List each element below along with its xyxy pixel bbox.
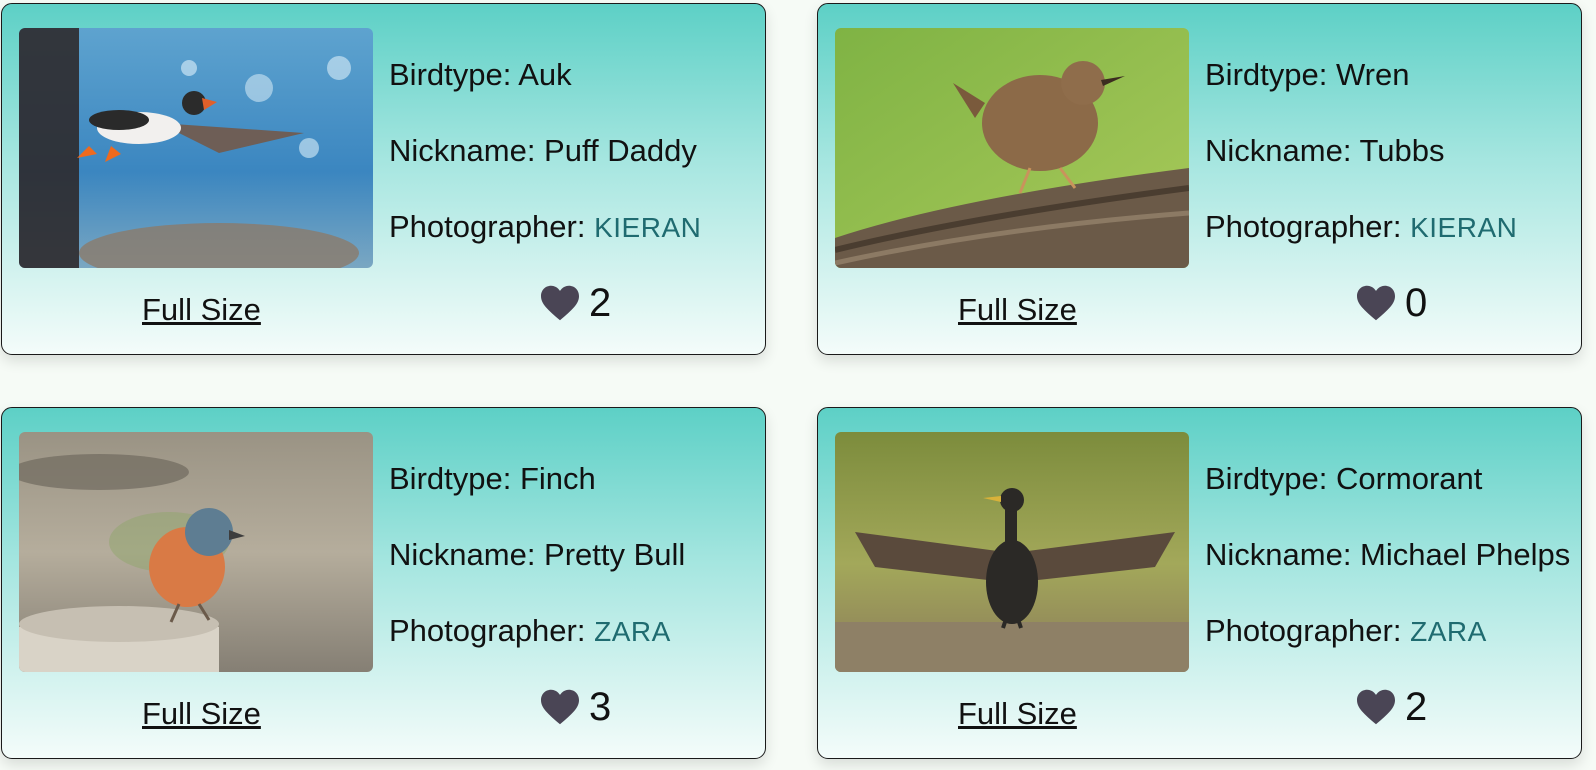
heart-icon[interactable]	[1355, 284, 1397, 322]
bird-card: Birdtype: Finch Nickname: Pretty Bull Ph…	[1, 407, 766, 759]
photographer-name[interactable]: ZARA	[1410, 616, 1487, 647]
nickname-value: Puff Daddy	[544, 133, 697, 168]
nickname-line: Nickname: Puff Daddy	[389, 135, 697, 166]
like-count: 2	[589, 281, 612, 325]
bird-card: Birdtype: Auk Nickname: Puff Daddy Photo…	[1, 3, 766, 355]
nickname-line: Nickname: Pretty Bull	[389, 539, 685, 570]
full-size-link[interactable]: Full Size	[958, 292, 1077, 328]
photographer-name[interactable]: ZARA	[594, 616, 671, 647]
like-group: 2	[539, 283, 611, 323]
nickname-label: Nickname:	[389, 133, 545, 168]
bird-photo-wren[interactable]	[835, 28, 1189, 268]
bird-photo-finch[interactable]	[19, 432, 373, 672]
birdtype-line: Birdtype: Finch	[389, 463, 596, 494]
heart-icon[interactable]	[539, 284, 581, 322]
bird-photo-cormorant[interactable]	[835, 432, 1189, 672]
photographer-label: Photographer:	[1205, 209, 1411, 244]
birdtype-value: Cormorant	[1335, 461, 1483, 496]
birdtype-line: Birdtype: Wren	[1205, 59, 1409, 90]
nickname-value: Michael Phelps	[1360, 537, 1571, 572]
full-size-link[interactable]: Full Size	[958, 696, 1077, 732]
nickname-line: Nickname: Tubbs	[1205, 135, 1445, 166]
bird-card: Birdtype: Cormorant Nickname: Michael Ph…	[817, 407, 1582, 759]
like-group: 0	[1355, 283, 1427, 323]
birdtype-label: Birdtype:	[1205, 461, 1336, 496]
photographer-label: Photographer:	[1205, 613, 1411, 648]
heart-icon[interactable]	[539, 688, 581, 726]
photographer-label: Photographer:	[389, 613, 595, 648]
photographer-line: Photographer: ZARA	[1205, 615, 1487, 646]
nickname-label: Nickname:	[1205, 537, 1361, 572]
like-count: 2	[1405, 685, 1428, 729]
birdtype-label: Birdtype:	[389, 461, 520, 496]
photographer-label: Photographer:	[389, 209, 595, 244]
photographer-line: Photographer: ZARA	[389, 615, 671, 646]
birdtype-label: Birdtype:	[1205, 57, 1336, 92]
like-count: 3	[589, 685, 612, 729]
nickname-line: Nickname: Michael Phelps	[1205, 539, 1570, 570]
nickname-value: Pretty Bull	[544, 537, 686, 572]
photographer-line: Photographer: KIERAN	[1205, 211, 1517, 242]
heart-icon[interactable]	[1355, 688, 1397, 726]
birdtype-value: Finch	[519, 461, 596, 496]
birdtype-value: Auk	[518, 57, 572, 92]
photographer-name[interactable]: KIERAN	[1410, 212, 1517, 243]
like-group: 2	[1355, 687, 1427, 727]
nickname-label: Nickname:	[389, 537, 545, 572]
birdtype-value: Wren	[1335, 57, 1410, 92]
nickname-value: Tubbs	[1359, 133, 1445, 168]
birdtype-line: Birdtype: Cormorant	[1205, 463, 1482, 494]
like-group: 3	[539, 687, 611, 727]
photographer-name[interactable]: KIERAN	[594, 212, 701, 243]
bird-card: Birdtype: Wren Nickname: Tubbs Photograp…	[817, 3, 1582, 355]
birdtype-line: Birdtype: Auk	[389, 59, 572, 90]
full-size-link[interactable]: Full Size	[142, 292, 261, 328]
bird-photo-auk[interactable]	[19, 28, 373, 268]
like-count: 0	[1405, 281, 1428, 325]
nickname-label: Nickname:	[1205, 133, 1360, 168]
full-size-link[interactable]: Full Size	[142, 696, 261, 732]
birdtype-label: Birdtype:	[389, 57, 519, 92]
photographer-line: Photographer: KIERAN	[389, 211, 701, 242]
